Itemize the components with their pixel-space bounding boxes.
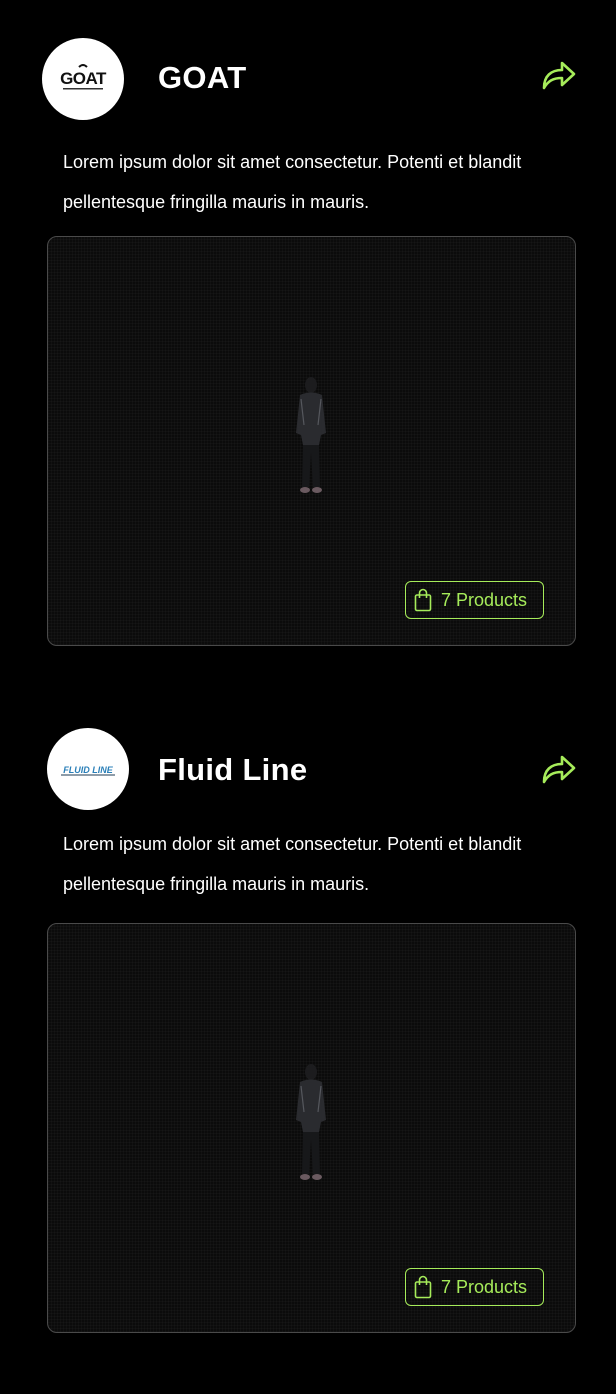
person-figure-image <box>296 377 326 493</box>
brand-name[interactable]: GOAT <box>158 58 246 98</box>
products-count-label: 7 Products <box>441 589 528 610</box>
brand-description: Lorem ipsum dolor sit amet consectetur. … <box>63 834 522 894</box>
share-arrow-icon <box>542 755 576 784</box>
share-button[interactable] <box>540 58 578 92</box>
share-arrow-icon <box>542 61 576 90</box>
products-count-label: 7 Products <box>441 1276 528 1297</box>
brand-media-frame[interactable]: 7 Products <box>47 923 576 1333</box>
brand-logo-avatar[interactable]: FLUID LINE <box>47 728 129 810</box>
share-button[interactable] <box>540 752 578 786</box>
brand-media-frame[interactable]: 7 Products <box>47 236 576 646</box>
brand-name[interactable]: Fluid Line <box>158 750 307 790</box>
goat-logo-icon: GOAT <box>60 64 108 90</box>
shopping-bag-icon <box>414 1275 432 1299</box>
products-badge-button[interactable]: 7 Products <box>405 1268 544 1306</box>
products-badge-button[interactable]: 7 Products <box>405 581 544 619</box>
brand-logo-avatar[interactable]: GOAT <box>42 38 124 120</box>
brand-description: Lorem ipsum dolor sit amet consectetur. … <box>63 152 522 212</box>
person-figure-image <box>296 1064 326 1180</box>
shopping-bag-icon <box>414 588 432 612</box>
fluid-line-logo-icon: FLUID LINE <box>60 764 116 776</box>
svg-text:GOAT: GOAT <box>60 69 107 88</box>
svg-text:FLUID LINE: FLUID LINE <box>63 765 113 775</box>
